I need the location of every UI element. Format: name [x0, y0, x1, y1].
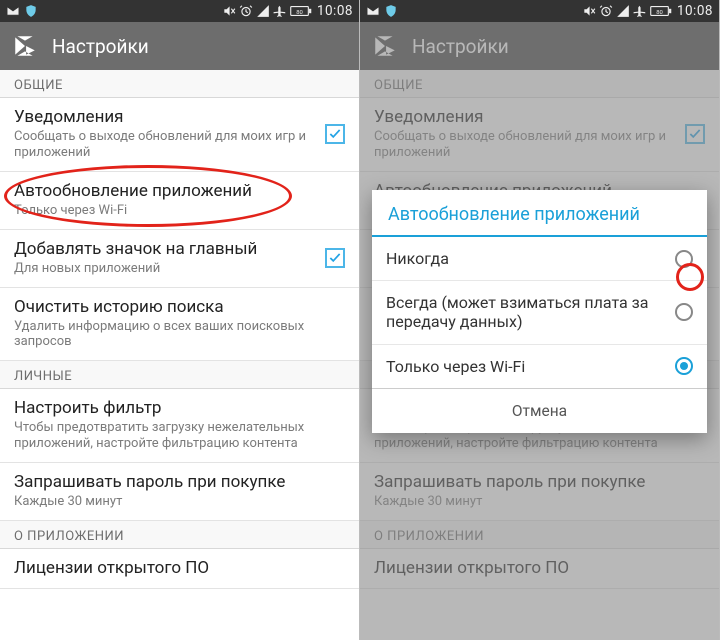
row-password[interactable]: Запрашивать пароль при покупке Каждые 30… — [0, 463, 359, 521]
mute-icon — [222, 4, 236, 18]
clock: 10:08 — [317, 3, 353, 19]
settings-list: ОБЩИЕ Уведомления Сообщать о выходе обно… — [0, 70, 359, 640]
airplane-icon — [633, 4, 647, 18]
row-licenses[interactable]: Лицензии открытого ПО — [0, 549, 359, 589]
row-sub: Сообщать о выходе обновлений для моих иг… — [14, 129, 315, 161]
row-title: Очистить историю поиска — [14, 297, 345, 317]
autoupdate-dialog: Автообновление приложений Никогда Всегда… — [372, 190, 707, 433]
mail-icon — [366, 4, 380, 18]
option-label: Только через Wi-Fi — [386, 357, 665, 376]
row-title: Лицензии открытого ПО — [14, 558, 345, 578]
statusbar: 80 10:08 — [360, 0, 719, 22]
appbar: Настройки — [0, 22, 359, 70]
option-wifi[interactable]: Только через Wi-Fi — [372, 345, 707, 389]
radio-icon[interactable] — [675, 357, 693, 375]
checkbox-icon[interactable] — [325, 248, 345, 268]
phone-right: 80 10:08 Настройки ОБЩИЕ Уведомления Соо… — [360, 0, 720, 640]
row-sub: Для новых приложений — [14, 261, 315, 277]
row-filter[interactable]: Настроить фильтр Чтобы предотвратить заг… — [0, 389, 359, 463]
shield-icon — [24, 4, 38, 18]
row-sub: Чтобы предотвратить загрузку нежелательн… — [14, 420, 345, 452]
option-label: Всегда (может взиматься плата за передач… — [386, 293, 665, 331]
cancel-button[interactable]: Отмена — [372, 389, 707, 433]
row-sub: Каждые 30 минут — [14, 494, 345, 510]
row-sub: Только через Wi-Fi — [14, 203, 345, 219]
row-title: Настроить фильтр — [14, 398, 345, 418]
airplane-icon — [273, 4, 287, 18]
row-title: Уведомления — [14, 107, 315, 127]
shield-icon — [384, 4, 398, 18]
row-clear-search[interactable]: Очистить историю поиска Удалить информац… — [0, 288, 359, 362]
battery-icon: 80 — [650, 4, 672, 18]
mute-icon — [582, 4, 596, 18]
statusbar: 80 10:08 — [0, 0, 359, 22]
svg-text:80: 80 — [656, 10, 663, 16]
mail-icon — [6, 4, 20, 18]
row-title: Запрашивать пароль при покупке — [14, 472, 345, 492]
row-autoupdate[interactable]: Автообновление приложений Только через W… — [0, 172, 359, 230]
radio-icon[interactable] — [675, 303, 693, 321]
option-label: Никогда — [386, 249, 665, 268]
row-notifications[interactable]: Уведомления Сообщать о выходе обновлений… — [0, 98, 359, 172]
section-personal: ЛИЧНЫЕ — [0, 361, 359, 389]
option-always[interactable]: Всегда (может взиматься плата за передач… — [372, 281, 707, 344]
option-never[interactable]: Никогда — [372, 237, 707, 281]
appbar-title: Настройки — [52, 35, 149, 58]
clock: 10:08 — [677, 3, 713, 19]
row-title: Добавлять значок на главный — [14, 239, 315, 259]
alarm-icon — [599, 4, 613, 18]
row-add-icon[interactable]: Добавлять значок на главный Для новых пр… — [0, 230, 359, 288]
section-about: О ПРИЛОЖЕНИИ — [0, 521, 359, 549]
battery-icon: 80 — [290, 4, 312, 18]
dialog-title: Автообновление приложений — [372, 190, 707, 237]
alarm-icon — [239, 4, 253, 18]
signal-icon — [616, 4, 630, 18]
section-general: ОБЩИЕ — [0, 70, 359, 98]
row-title: Автообновление приложений — [14, 181, 345, 201]
checkbox-icon[interactable] — [325, 124, 345, 144]
phone-left: 80 10:08 Настройки ОБЩИЕ Уведомления Соо… — [0, 0, 360, 640]
play-store-icon[interactable] — [12, 33, 38, 59]
svg-text:80: 80 — [296, 10, 303, 16]
signal-icon — [256, 4, 270, 18]
radio-icon[interactable] — [675, 250, 693, 268]
row-sub: Удалить информацию о всех ваших поисковы… — [14, 319, 345, 351]
